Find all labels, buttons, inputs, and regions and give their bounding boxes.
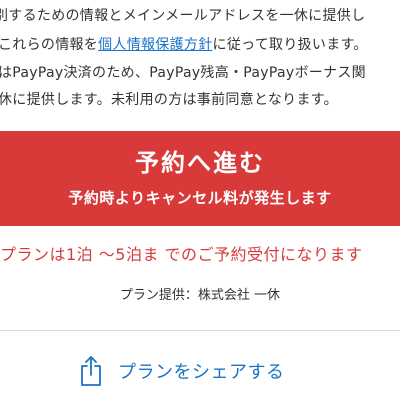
notice-line-2-suffix: に従って取り扱います。 [212, 37, 368, 53]
divider [0, 330, 400, 331]
plan-detail-page: 別するための情報とメインメールアドレスを一休に提供し これらの情報を個人情報保護… [0, 0, 400, 400]
notice-line-4: 休に提供します。未利用の方は事前同意となります。 [0, 92, 338, 108]
reserve-button[interactable]: 予約へ進む 予約時よりキャンセル料が発生します [0, 131, 400, 226]
cancellation-fee-note: 予約時よりキャンセル料が発生します [68, 189, 332, 207]
notice-line-3: はPayPay決済のため、PayPay残高・PayPayボーナス関 [0, 65, 366, 81]
privacy-policy-link[interactable]: 個人情報保護方針 [98, 37, 212, 53]
share-icon [81, 356, 101, 386]
reserve-button-label: 予約へ進む [135, 149, 265, 177]
share-plan-button[interactable]: プランをシェアする [78, 354, 285, 388]
notice-line-2: これらの情報を個人情報保護方針に従って取り扱います。 [0, 35, 368, 55]
stay-length-notice: プランは1泊 〜5泊ま でのご予約受付になります [0, 245, 363, 264]
notice-line-2-prefix: これらの情報を [0, 37, 99, 53]
notice-line-1: 別するための情報とメインメールアドレスを一休に提供し [0, 8, 366, 24]
plan-provider: プラン提供：株式会社 一休 [119, 288, 281, 303]
share-plan-label: プランをシェアする [118, 362, 285, 383]
